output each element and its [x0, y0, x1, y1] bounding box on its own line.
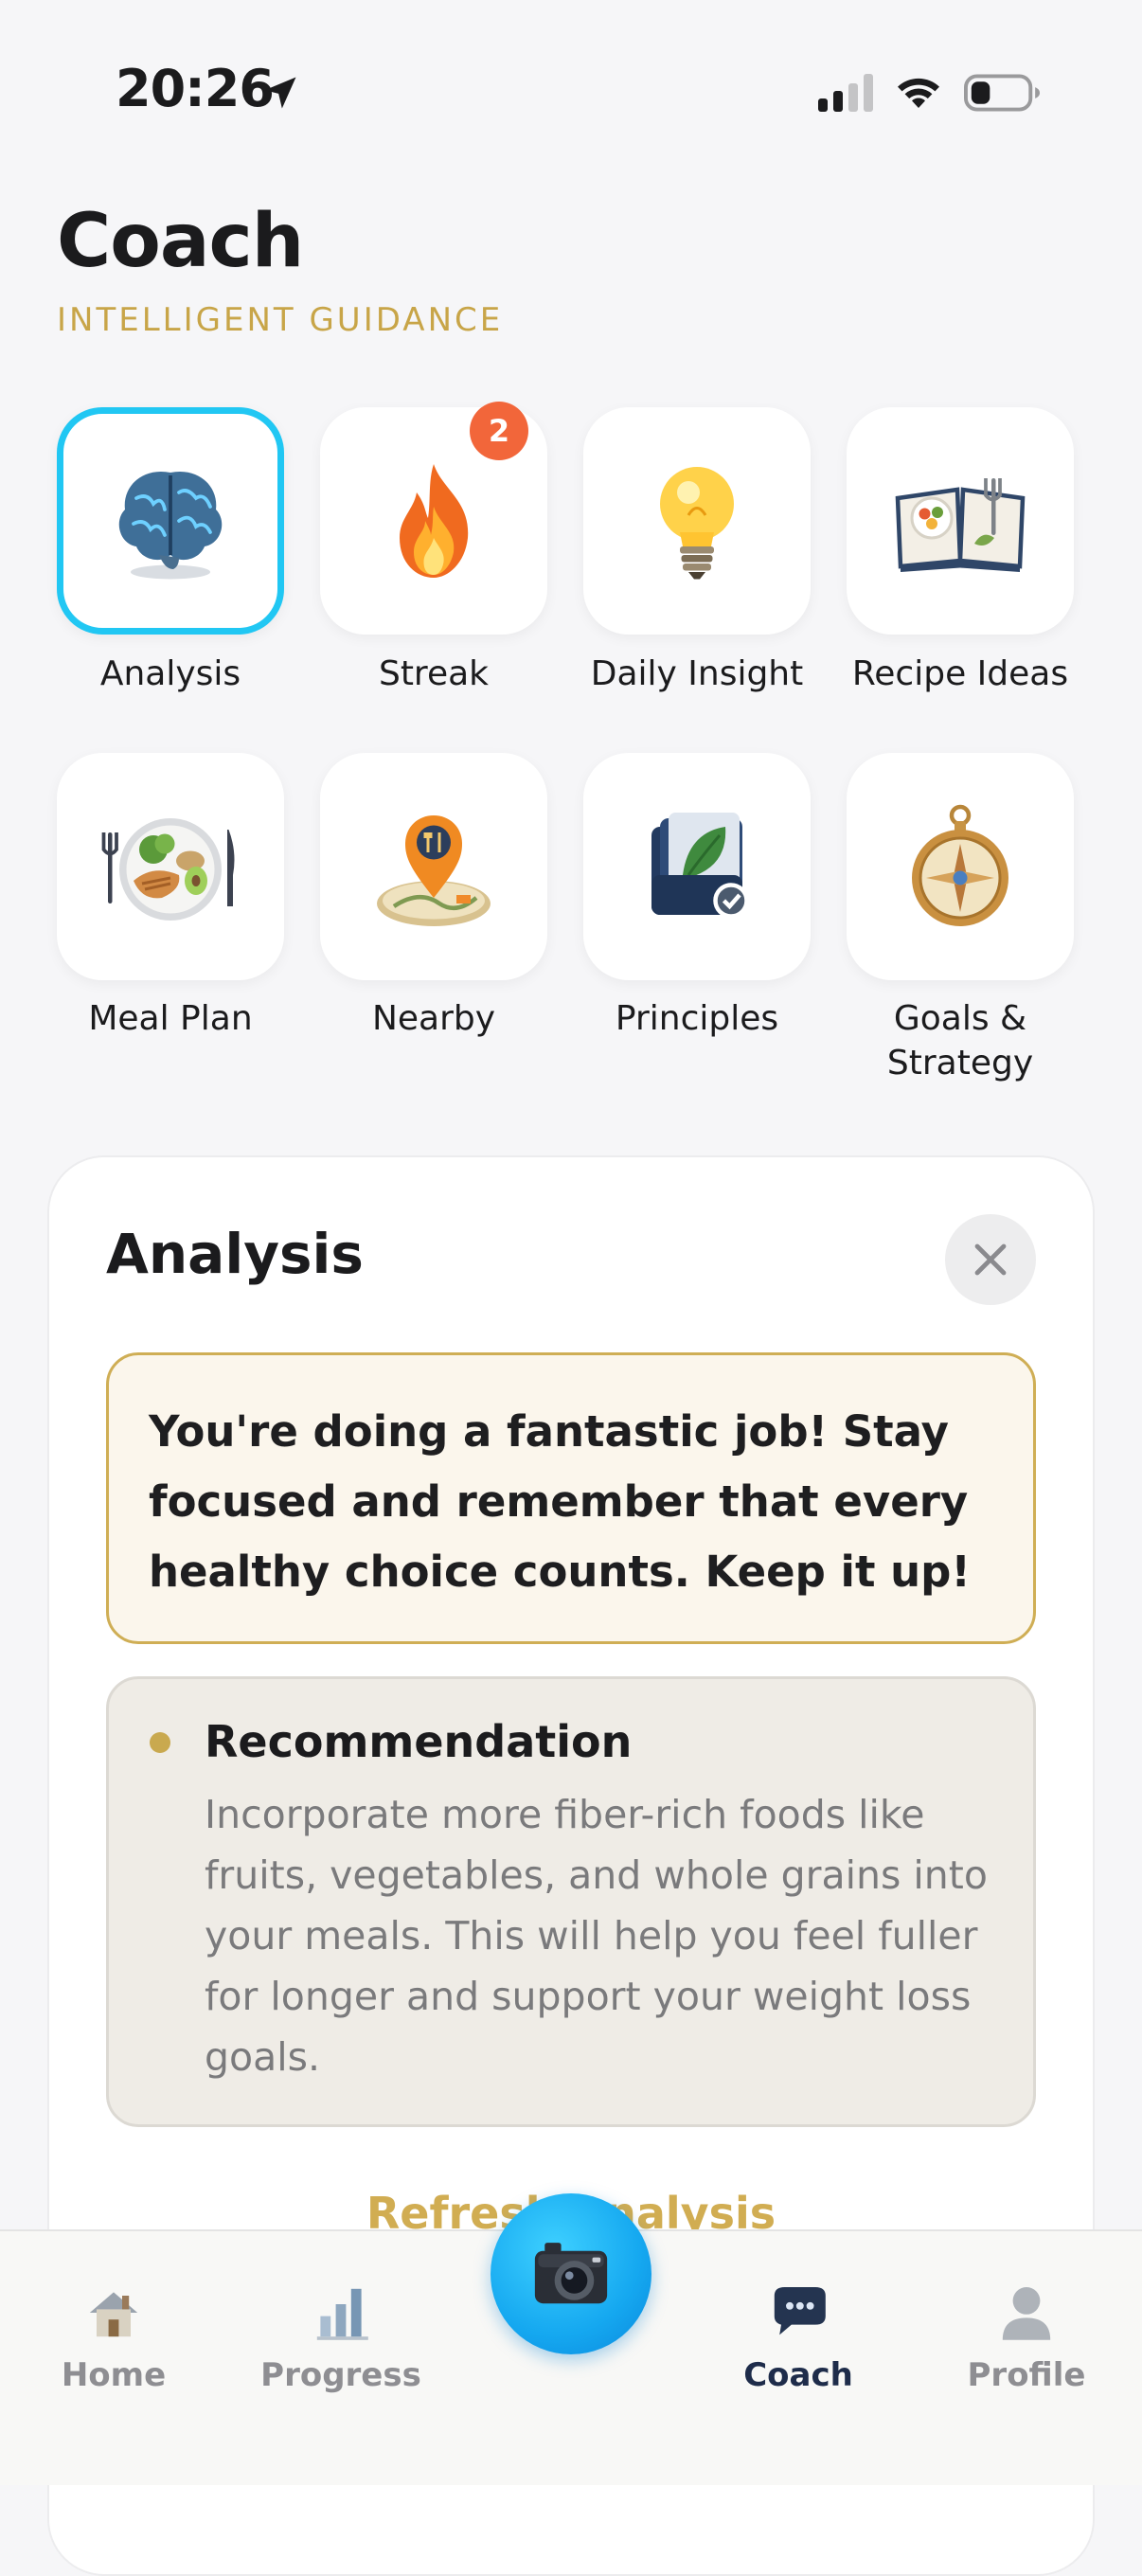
- recommendation-title: Recommendation: [205, 1716, 633, 1767]
- cellular-signal-icon: [818, 74, 873, 112]
- page-subtitle: INTELLIGENT GUIDANCE: [57, 301, 504, 339]
- recommendation-body: Incorporate more fiber-rich foods like f…: [205, 1792, 988, 2080]
- map-pin-icon: [377, 815, 491, 926]
- camera-button[interactable]: [491, 2193, 651, 2354]
- bar-chart-icon: [316, 2288, 368, 2340]
- wifi-icon: [898, 78, 939, 108]
- page-title: Coach: [57, 199, 304, 284]
- flame-icon: [400, 464, 469, 578]
- person-icon: [1002, 2287, 1051, 2340]
- tile-label-principles: Principles: [615, 999, 779, 1038]
- tile-label-analysis: Analysis: [99, 654, 241, 693]
- tile-label-nearby: Nearby: [371, 999, 496, 1038]
- tile-principles[interactable]: [583, 753, 811, 980]
- tab-label-coach: Coach: [743, 2356, 853, 2394]
- tile-nearby[interactable]: [320, 753, 547, 980]
- brain-icon: [118, 471, 223, 580]
- tile-label-daily-insight: Daily Insight: [590, 654, 804, 693]
- tab-progress[interactable]: Progress: [227, 2279, 455, 2394]
- bullet-dot: [150, 1732, 170, 1753]
- panel-title: Analysis: [106, 1222, 364, 1286]
- meal-plate-icon: [101, 818, 235, 921]
- tile-label-recipe-ideas: Recipe Ideas: [851, 654, 1069, 693]
- house-icon: [89, 2292, 138, 2337]
- streak-badge: 2: [470, 402, 528, 460]
- battery-icon: [964, 74, 1041, 112]
- recipe-book-icon: [895, 478, 1026, 572]
- encouragement-message: You're doing a fantastic job! Stay focus…: [106, 1352, 1036, 1644]
- tile-label-streak: Streak: [378, 654, 490, 693]
- tab-home[interactable]: Home: [0, 2279, 227, 2394]
- tab-coach[interactable]: Coach: [685, 2279, 912, 2394]
- tile-recipe-ideas[interactable]: [847, 407, 1074, 635]
- lightbulb-icon: [660, 467, 734, 580]
- close-icon: [974, 1243, 1007, 1276]
- status-time: 20:26: [116, 59, 275, 118]
- tile-analysis[interactable]: [57, 407, 284, 635]
- tab-label-home: Home: [61, 2356, 167, 2394]
- tab-label-progress: Progress: [260, 2356, 421, 2394]
- tile-meal-plan[interactable]: [57, 753, 284, 980]
- chat-bubble-icon: [774, 2287, 826, 2335]
- tile-label-meal-plan: Meal Plan: [88, 999, 253, 1038]
- tile-daily-insight[interactable]: [583, 407, 811, 635]
- camera-icon: [534, 2243, 608, 2304]
- close-button[interactable]: [945, 1214, 1036, 1305]
- compass-icon: [912, 804, 1008, 926]
- tab-profile[interactable]: Profile: [913, 2279, 1140, 2394]
- tile-label-goals-strategy: Goals & Strategy: [886, 999, 1034, 1082]
- tile-goals-strategy[interactable]: [847, 753, 1074, 980]
- tab-label-profile: Profile: [967, 2356, 1086, 2394]
- location-arrow-icon: [264, 77, 296, 109]
- principles-book-icon: [651, 813, 749, 919]
